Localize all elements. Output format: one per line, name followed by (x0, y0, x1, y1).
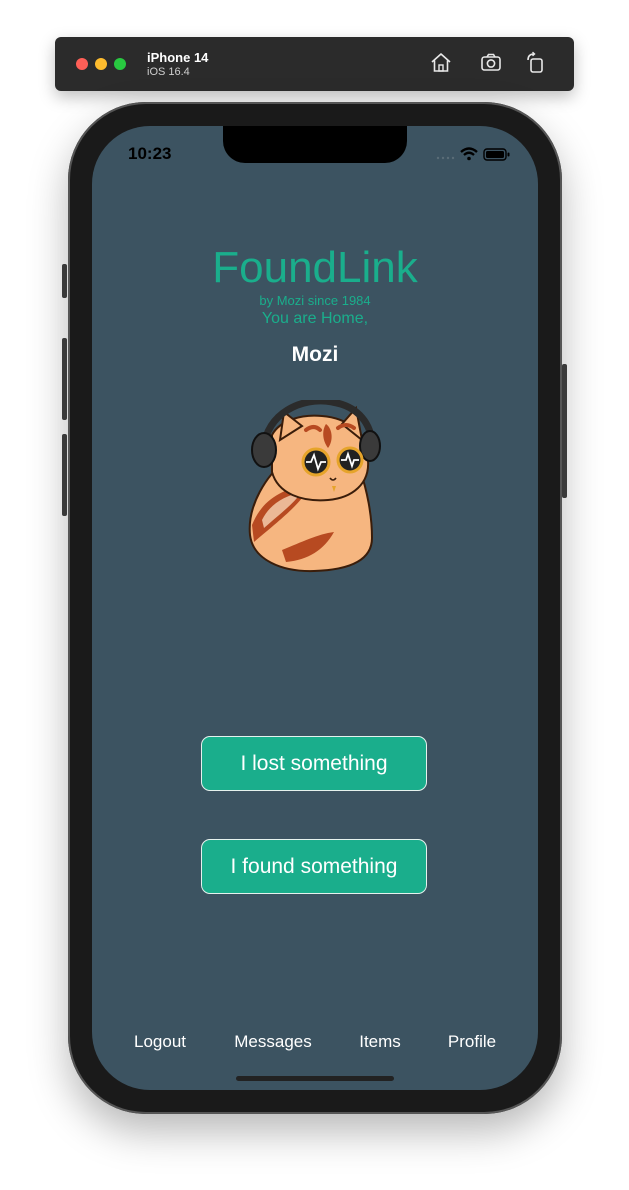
tab-logout[interactable]: Logout (134, 1032, 186, 1052)
status-time: 10:23 (128, 144, 172, 163)
device-name: iPhone 14 (147, 50, 209, 65)
app-byline: by Mozi since 1984 (259, 293, 371, 308)
status-icons (436, 147, 510, 161)
simulator-toolbar: iPhone 14 iOS 16.4 (55, 37, 574, 91)
cat-mascot-image (248, 400, 381, 573)
username: Mozi (291, 343, 339, 366)
wifi-icon (460, 147, 478, 161)
silent-switch (62, 264, 67, 298)
tab-items[interactable]: Items (359, 1032, 401, 1052)
home-indicator[interactable] (236, 1076, 394, 1081)
battery-icon (483, 148, 510, 161)
close-window-button[interactable] (76, 58, 88, 70)
lost-something-button[interactable]: I lost something (201, 736, 427, 791)
home-icon[interactable] (429, 51, 453, 75)
found-something-button[interactable]: I found something (201, 839, 427, 894)
screenshot-icon[interactable] (479, 51, 503, 75)
volume-up-button (62, 338, 67, 420)
tab-bar: Logout Messages Items Profile (92, 1032, 538, 1058)
side-button (562, 364, 567, 498)
tab-profile[interactable]: Profile (448, 1032, 496, 1052)
welcome-text: You are Home, (261, 310, 369, 327)
minimize-window-button[interactable] (95, 58, 107, 70)
cellular-icon (436, 156, 455, 160)
app-title: FoundLink (212, 243, 418, 292)
os-version: iOS 16.4 (147, 66, 190, 78)
volume-down-button (62, 434, 67, 516)
rotate-icon[interactable] (524, 51, 548, 75)
tab-messages[interactable]: Messages (234, 1032, 311, 1052)
app-screen: 10:23 FoundLink by Mozi since 1984 You a… (92, 126, 538, 1090)
zoom-window-button[interactable] (114, 58, 126, 70)
notch (223, 126, 407, 163)
